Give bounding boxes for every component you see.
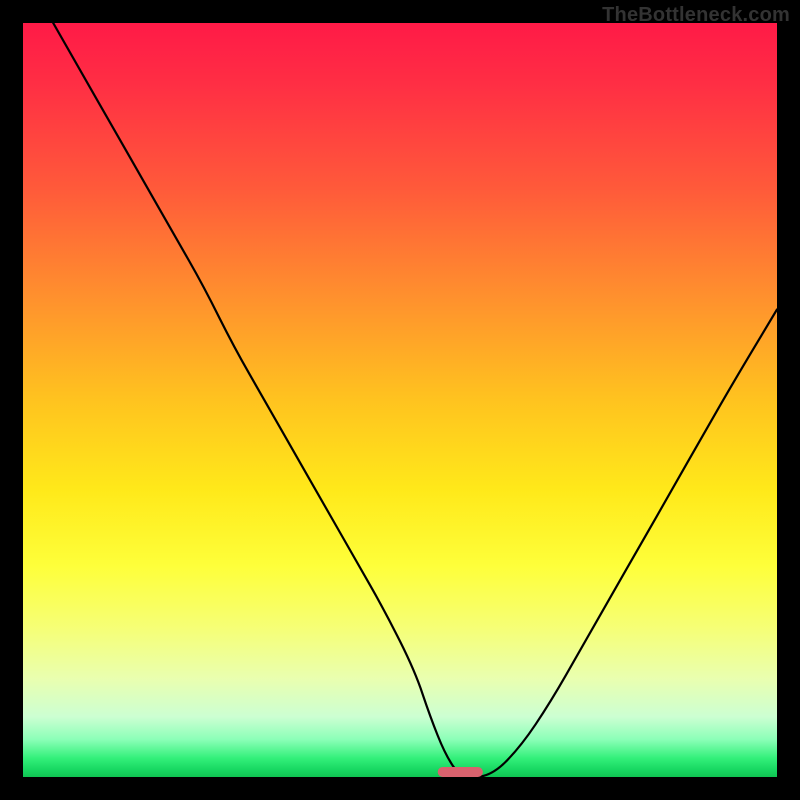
chart-svg bbox=[23, 23, 777, 777]
optimal-range-marker bbox=[438, 767, 483, 777]
chart-frame: TheBottleneck.com bbox=[0, 0, 800, 800]
watermark-text: TheBottleneck.com bbox=[602, 4, 790, 27]
bottleneck-curve bbox=[53, 23, 777, 777]
plot-area bbox=[23, 23, 777, 777]
